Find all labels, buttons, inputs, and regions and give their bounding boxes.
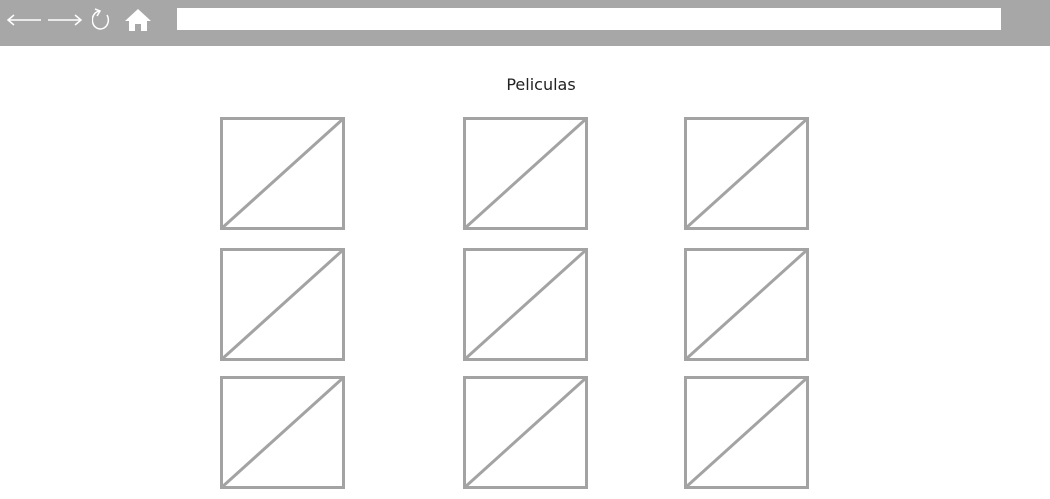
movie-poster-placeholder[interactable]: [463, 376, 588, 489]
refresh-icon[interactable]: [90, 0, 114, 40]
movie-poster-placeholder[interactable]: [463, 248, 588, 361]
movie-poster-placeholder[interactable]: [463, 117, 588, 230]
movie-poster-placeholder[interactable]: [220, 117, 345, 230]
page-title: Peliculas: [506, 75, 576, 94]
movie-poster-placeholder[interactable]: [684, 376, 809, 489]
browser-toolbar: [0, 0, 1050, 46]
address-bar[interactable]: [177, 8, 1001, 30]
forward-arrow-icon[interactable]: [47, 0, 83, 40]
movie-poster-placeholder[interactable]: [220, 248, 345, 361]
home-icon[interactable]: [123, 0, 153, 40]
back-arrow-icon[interactable]: [6, 0, 42, 40]
movie-poster-placeholder[interactable]: [220, 376, 345, 489]
movie-poster-placeholder[interactable]: [684, 248, 809, 361]
movie-poster-placeholder[interactable]: [684, 117, 809, 230]
